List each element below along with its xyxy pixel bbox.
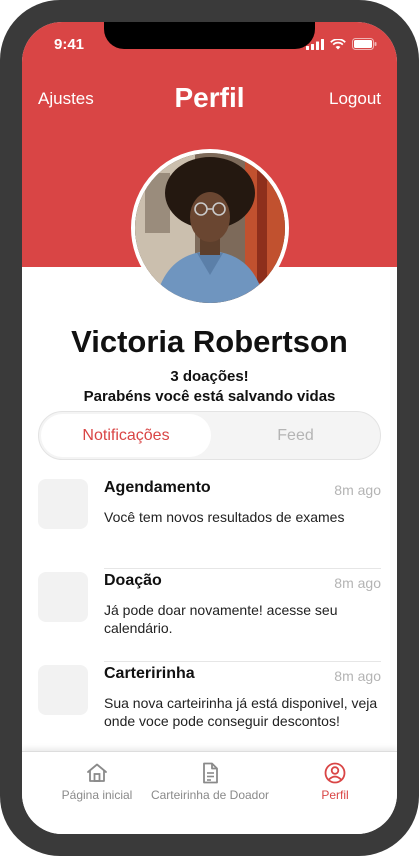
tab-label: Carteirinha de Doador xyxy=(150,788,270,802)
segmented-control: Notificações Feed xyxy=(38,411,381,460)
wifi-icon xyxy=(330,38,346,49)
tab-feed[interactable]: Feed xyxy=(211,414,380,457)
avatar[interactable] xyxy=(131,149,289,307)
notification-time: 8m ago xyxy=(334,668,381,684)
device-notch xyxy=(104,22,315,49)
user-name: Victoria Robertson xyxy=(71,324,348,359)
profile-icon xyxy=(324,762,346,784)
notification-item[interactable]: Doação 8m ago Já pode doar novamente! ac… xyxy=(38,569,381,662)
congrats-message: Parabéns você está salvando vidas xyxy=(83,388,336,405)
notification-thumbnail xyxy=(38,665,88,715)
phone-frame: 9:41 Ajustes Perfil Logout Victoria Robe… xyxy=(0,0,419,856)
notification-title: Doação xyxy=(104,572,162,589)
notification-item[interactable]: Carteririnha 8m ago Sua nova carteirinha… xyxy=(38,662,381,755)
notification-thumbnail xyxy=(38,572,88,622)
donation-count: 3 doações! xyxy=(170,368,249,385)
notification-body: Sua nova carteirinha já está disponivel,… xyxy=(104,695,378,729)
logout-link[interactable]: Logout xyxy=(329,89,381,109)
home-icon xyxy=(87,763,107,782)
bottom-tab-bar: Página inicial Carteirinha de Doador Per… xyxy=(22,751,397,834)
status-icons xyxy=(306,38,377,50)
notification-time: 8m ago xyxy=(334,482,381,498)
tab-carteirinha[interactable]: Carteirinha de Doador xyxy=(140,752,280,812)
notification-time: 8m ago xyxy=(334,575,381,591)
notification-body: Você tem novos resultados de exames xyxy=(104,509,345,525)
document-icon xyxy=(203,762,218,784)
status-time: 9:41 xyxy=(54,36,85,53)
tab-pagina-inicial[interactable]: Página inicial xyxy=(42,752,152,812)
battery-icon xyxy=(352,38,377,50)
tab-perfil[interactable]: Perfil xyxy=(300,752,370,812)
app-screen: 9:41 Ajustes Perfil Logout Victoria Robe… xyxy=(22,22,397,834)
notification-thumbnail xyxy=(38,479,88,529)
tab-notificacoes[interactable]: Notificações xyxy=(41,414,211,457)
tab-label: Página inicial xyxy=(61,788,133,802)
notification-title: Agendamento xyxy=(104,479,211,496)
notification-body: Já pode doar novamente! acesse seu calen… xyxy=(104,602,338,636)
notification-title: Carteririnha xyxy=(104,665,195,682)
avatar-photo xyxy=(135,153,285,303)
notification-item[interactable]: Agendamento 8m ago Você tem novos result… xyxy=(38,476,381,569)
tab-label: Perfil xyxy=(321,788,349,802)
